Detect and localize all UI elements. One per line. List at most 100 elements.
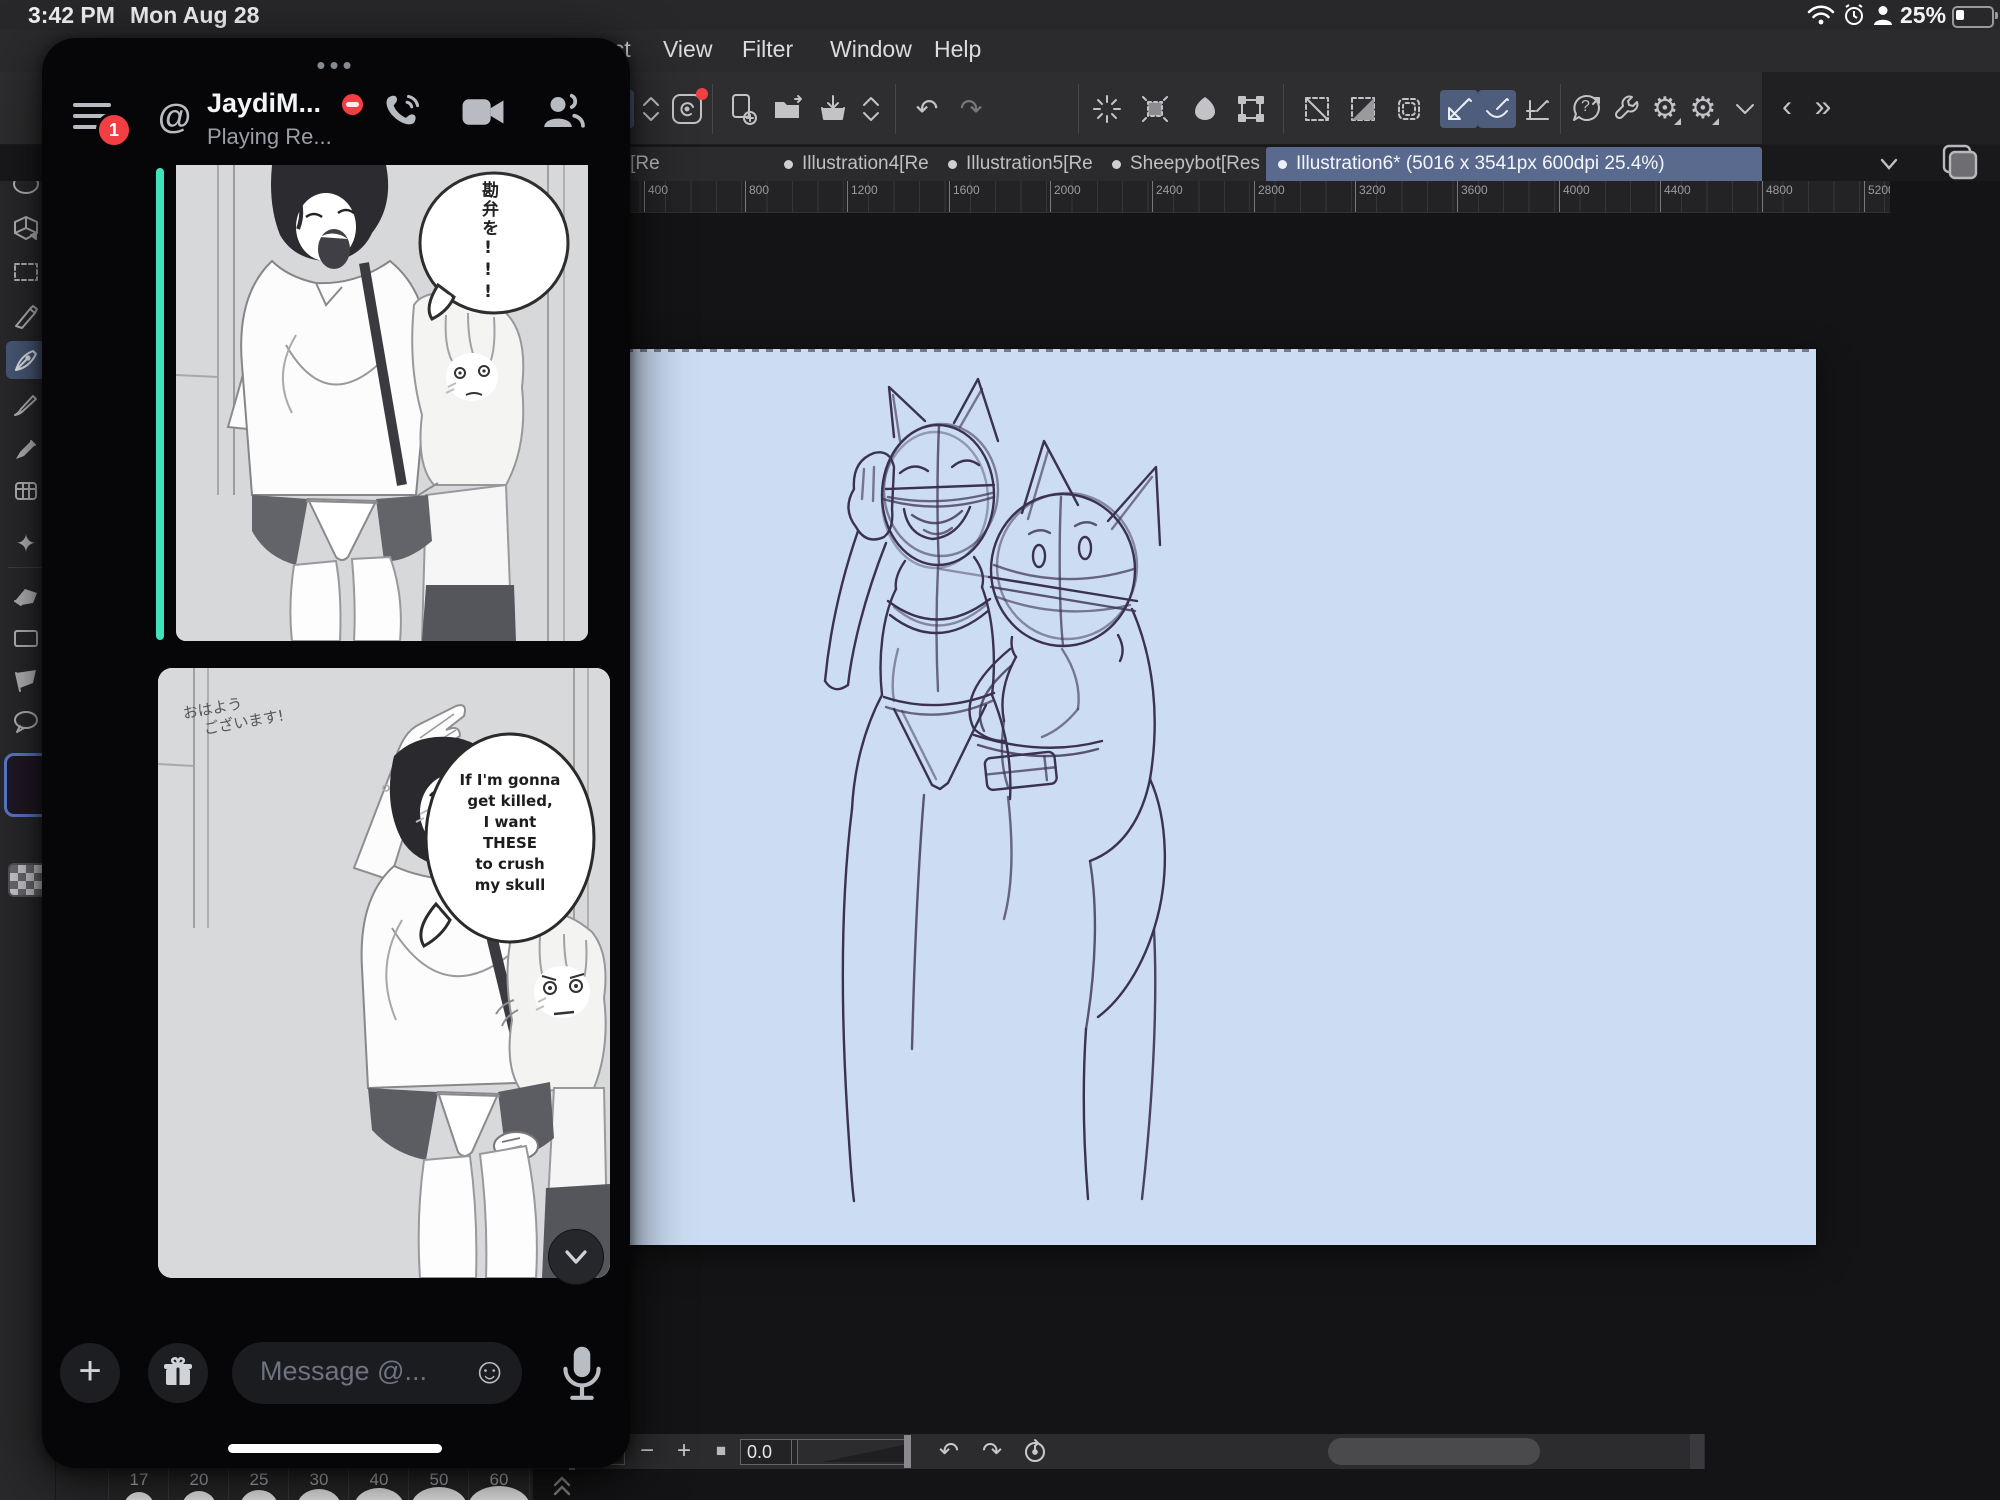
sketch-right-character [940,441,1165,1199]
pen-nib-tool-icon-selected[interactable] [6,341,46,379]
rotate-cw-icon[interactable]: ↷ [976,1436,1008,1466]
undo-icon[interactable]: ↶ [908,90,946,128]
redo-icon[interactable]: ↷ [952,90,990,128]
sketch-left-character [825,379,1011,1201]
pen-tool-icon[interactable] [6,297,46,335]
selection-border-icon[interactable] [1390,90,1428,128]
transform-icon[interactable] [1232,90,1270,128]
panel-next-icon[interactable]: » [1804,88,1842,126]
tab-sheepybot[interactable]: Sheepybot[Res [1100,147,1282,181]
video-call-icon[interactable] [460,94,506,130]
toolbar-chevron-down-icon[interactable] [1726,90,1764,128]
drawing-canvas[interactable] [542,349,1816,1245]
save-options-updown-icon[interactable] [852,90,890,128]
rotation-value-text: 0.0 [747,1442,772,1463]
scroll-to-bottom-button[interactable] [548,1229,604,1285]
palette-divider [8,567,44,568]
ruler-tick [1457,181,1458,212]
ruler-snap-icon[interactable] [1440,90,1478,128]
rectangle-tool-icon[interactable] [6,619,46,657]
invert-selection-icon[interactable] [1344,90,1382,128]
menu-item-filter[interactable]: Filter [742,36,793,63]
save-icon[interactable] [814,90,852,128]
brush-size-label: 20 [169,1470,229,1490]
tab-illustration6-active[interactable]: Illustration6* (5016 x 3541px 600dpi 25.… [1266,147,1762,181]
home-indicator[interactable] [228,1444,442,1453]
toolbar-divider [712,84,713,134]
tab-modified-dot [784,160,793,169]
sparkle-tool-icon[interactable]: ✦ [6,525,46,563]
snap-spinner-icon[interactable] [1088,90,1126,128]
zoom-out-icon[interactable]: − [631,1436,663,1466]
expand-panel-chevrons-icon[interactable] [548,1474,576,1498]
marker-tool-icon[interactable] [6,429,46,467]
members-icon[interactable] [540,92,586,132]
brush-tool-icon[interactable] [6,385,46,423]
rotate-ccw-icon[interactable]: ↶ [933,1436,965,1466]
rotation-slider[interactable] [791,1439,911,1465]
canvas-preview-icon[interactable] [1940,142,1980,182]
toolbar-divider [1283,84,1284,134]
chat-image-1[interactable]: 勘弁を!!! [176,165,588,641]
battery-icon [1952,6,1994,28]
brush-tip-preview [240,1490,278,1500]
voice-call-icon[interactable] [380,90,424,134]
unread-badge: 1 [96,112,132,148]
new-file-icon[interactable] [724,90,762,128]
balloon-tool-icon[interactable] [6,703,46,741]
fit-screen-icon[interactable]: ■ [705,1436,737,1466]
gift-button[interactable] [148,1343,208,1403]
fill-blob-icon[interactable] [1186,90,1224,128]
tab-modified-dot [1278,160,1287,169]
attach-button[interactable]: + [60,1343,120,1403]
menu-item-view[interactable]: View [663,36,712,63]
rotation-value[interactable]: 0.0 [740,1439,798,1465]
chat-image-2[interactable]: おはよう ございます! If I'm gonna get killed, I w… [158,668,610,1278]
channel-menu-icon[interactable]: 1 [72,100,112,132]
wrench-icon[interactable] [1607,90,1645,128]
decoration-grid-tool-icon[interactable] [6,473,46,511]
ruler-label: 800 [749,183,769,197]
help-icon[interactable]: ? [1568,90,1606,128]
status-time: 3:42 PM [28,2,115,29]
gear-alt-icon[interactable]: ⚙ [1684,90,1722,128]
tab-illustration5[interactable]: Illustration5[Re [936,147,1116,181]
corner-triangle [1712,118,1719,125]
marquee-tool-icon[interactable] [6,253,46,291]
ruler-label: 4400 [1664,183,1691,197]
voice-message-button[interactable] [558,1344,606,1402]
speech-bubble-en-text: If I'm gonna get killed, I want THESE to… [428,770,592,896]
message-placeholder: Message @... [260,1356,427,1387]
deselect-icon[interactable] [1298,90,1336,128]
open-file-icon[interactable] [769,90,807,128]
ruler-tick [1050,181,1051,212]
polygon-tool-icon[interactable] [6,661,46,699]
ruler-label: 4000 [1563,183,1590,197]
menu-item-help[interactable]: Help [934,36,981,63]
stepper-updown-icon[interactable] [632,90,670,128]
tab-illustration4[interactable]: Illustration4[Re [772,147,952,181]
horizontal-ruler[interactable]: 0 400 800 1200 1600 2000 2400 2800 3200 … [538,181,1890,213]
eraser-tool-icon[interactable] [6,577,46,615]
plus-icon: + [78,1351,101,1391]
tab-modified-dot [1112,160,1121,169]
grid-snap-icon[interactable] [1518,90,1556,128]
tab-list-chevron-icon[interactable] [1874,151,1904,177]
panel-prev-icon[interactable]: ‹ [1768,88,1806,126]
operation-tool-icon[interactable] [6,209,46,247]
clip-studio-logo-icon[interactable] [668,90,706,128]
rotation-slider-handle[interactable] [904,1435,911,1468]
message-input[interactable]: Message @... ☺ [232,1342,522,1404]
dm-title[interactable]: JaydiM... [207,88,321,119]
horizontal-scrollbar-thumb[interactable] [1328,1438,1540,1465]
menu-item-window[interactable]: Window [830,36,912,63]
vertical-scrollbar-end[interactable] [1690,1434,1704,1469]
discord-window[interactable]: ••• 1 @ JaydiM... Playing Re... [42,38,630,1468]
curve-snap-icon[interactable] [1478,90,1516,128]
reset-rotation-icon[interactable] [1019,1436,1051,1466]
gear-icon[interactable]: ⚙ [1646,90,1684,128]
zoom-in-icon[interactable]: + [668,1436,700,1466]
emoji-icon[interactable]: ☺ [471,1350,508,1392]
chevron-down-icon [561,1242,591,1272]
snap-area-icon[interactable] [1136,90,1174,128]
